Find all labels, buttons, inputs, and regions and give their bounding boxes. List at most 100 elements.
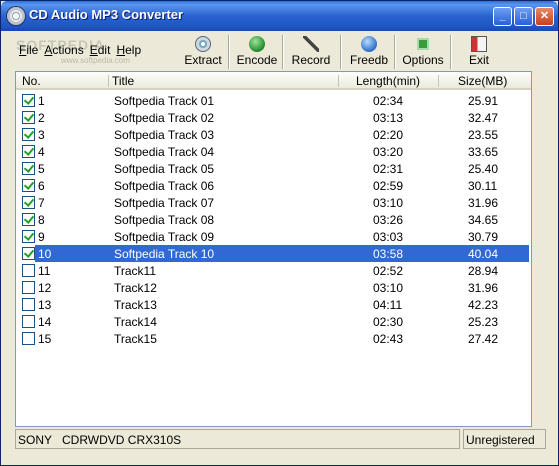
table-row[interactable]: 2 Softpedia Track 02 03:13 32.47 xyxy=(16,109,531,126)
column-header-no[interactable]: No. xyxy=(22,74,41,88)
track-list[interactable]: No. Title Length(min) Size(MB) 1 Softpedi… xyxy=(15,71,532,427)
track-length: 03:26 xyxy=(373,213,404,227)
track-size: 31.96 xyxy=(468,196,499,210)
track-checkbox[interactable] xyxy=(22,332,35,345)
table-row[interactable]: 13 Track13 04:11 42.23 xyxy=(16,296,531,313)
table-row[interactable]: 15 Track15 02:43 27.42 xyxy=(16,330,531,347)
app-window: CD Audio MP3 Converter _ □ ✕ SOFTPEDIA w… xyxy=(0,0,559,466)
track-length: 03:20 xyxy=(373,145,404,159)
record-button[interactable]: Record xyxy=(285,33,337,71)
freedb-button[interactable]: Freedb xyxy=(343,33,395,71)
track-checkbox[interactable] xyxy=(22,145,35,158)
table-row[interactable]: 7 Softpedia Track 07 03:10 31.96 xyxy=(16,194,531,211)
title-bar[interactable]: CD Audio MP3 Converter _ □ ✕ xyxy=(1,1,558,31)
maximize-button[interactable]: □ xyxy=(514,7,533,26)
track-checkbox[interactable] xyxy=(22,315,35,328)
table-row[interactable]: 5 Softpedia Track 05 02:31 25.40 xyxy=(16,160,531,177)
track-size: 40.04 xyxy=(468,247,499,261)
track-size: 28.94 xyxy=(468,264,499,278)
table-row[interactable]: 11 Track11 02:52 28.94 xyxy=(16,262,531,279)
track-length: 02:52 xyxy=(373,264,404,278)
list-header: No. Title Length(min) Size(MB) xyxy=(16,72,531,90)
table-row[interactable]: 14 Track14 02:30 25.23 xyxy=(16,313,531,330)
track-number: 13 xyxy=(38,298,52,312)
track-title: Softpedia Track 05 xyxy=(114,162,215,176)
table-row[interactable]: 10 Softpedia Track 10 03:58 40.04 xyxy=(16,245,531,262)
track-checkbox[interactable] xyxy=(22,281,35,294)
encode-icon xyxy=(249,36,265,52)
track-length: 03:10 xyxy=(373,196,404,210)
header-divider[interactable] xyxy=(438,75,439,87)
track-length: 02:59 xyxy=(373,179,404,193)
minimize-button[interactable]: _ xyxy=(493,7,512,26)
track-size: 32.47 xyxy=(468,111,499,125)
options-button[interactable]: Options xyxy=(397,33,449,71)
track-checkbox[interactable] xyxy=(22,94,35,107)
table-row[interactable]: 9 Softpedia Track 09 03:03 30.79 xyxy=(16,228,531,245)
toolbar-separator xyxy=(340,35,342,69)
track-size: 25.23 xyxy=(468,315,499,329)
track-number: 9 xyxy=(38,230,45,244)
toolbar-label: Encode xyxy=(236,53,278,67)
toolbar-separator xyxy=(450,35,452,69)
column-header-length[interactable]: Length(min) xyxy=(356,74,420,88)
track-number: 5 xyxy=(38,162,45,176)
track-title: Softpedia Track 02 xyxy=(114,111,215,125)
track-title: Softpedia Track 03 xyxy=(114,128,215,142)
table-row[interactable]: 6 Softpedia Track 06 02:59 30.11 xyxy=(16,177,531,194)
table-row[interactable]: 8 Softpedia Track 08 03:26 34.65 xyxy=(16,211,531,228)
track-title: Track11 xyxy=(114,264,157,278)
toolbar-label: Freedb xyxy=(349,53,389,67)
track-length: 02:31 xyxy=(373,162,404,176)
track-title: Softpedia Track 04 xyxy=(114,145,215,159)
freedb-icon xyxy=(361,36,377,52)
encode-button[interactable]: Encode xyxy=(231,33,283,71)
table-row[interactable]: 1 Softpedia Track 01 02:34 25.91 xyxy=(16,92,531,109)
table-row[interactable]: 12 Track12 03:10 31.96 xyxy=(16,279,531,296)
track-title: Softpedia Track 09 xyxy=(114,230,215,244)
track-size: 25.91 xyxy=(468,94,499,108)
track-checkbox[interactable] xyxy=(22,213,35,226)
header-divider[interactable] xyxy=(338,75,339,87)
track-size: 42.23 xyxy=(468,298,499,312)
close-button[interactable]: ✕ xyxy=(535,7,554,26)
track-number: 6 xyxy=(38,179,45,193)
track-checkbox[interactable] xyxy=(22,264,35,277)
track-number: 8 xyxy=(38,213,45,227)
toolbar-separator xyxy=(394,35,396,69)
menu-help[interactable]: Help xyxy=(116,43,141,57)
track-checkbox[interactable] xyxy=(22,179,35,192)
menu-edit[interactable]: Edit xyxy=(90,43,111,57)
menu-file[interactable]: File xyxy=(19,43,38,57)
track-title: Softpedia Track 10 xyxy=(114,247,215,261)
cd-disc-icon xyxy=(7,7,25,25)
column-header-title[interactable]: Title xyxy=(112,74,134,88)
track-length: 02:20 xyxy=(373,128,404,142)
track-checkbox[interactable] xyxy=(22,298,35,311)
status-bar: SONY CDRWDVD CRX310S Unregistered xyxy=(15,429,546,449)
track-number: 12 xyxy=(38,281,52,295)
column-header-size[interactable]: Size(MB) xyxy=(458,74,507,88)
extract-button[interactable]: Extract xyxy=(177,33,229,71)
track-title: Track12 xyxy=(114,281,157,295)
track-length: 03:03 xyxy=(373,230,404,244)
header-divider[interactable] xyxy=(108,75,109,87)
track-length: 04:11 xyxy=(373,298,403,312)
track-checkbox[interactable] xyxy=(22,230,35,243)
table-row[interactable]: 3 Softpedia Track 03 02:20 23.55 xyxy=(16,126,531,143)
track-number: 2 xyxy=(38,111,45,125)
track-checkbox[interactable] xyxy=(22,162,35,175)
record-icon xyxy=(303,36,319,52)
menu-actions[interactable]: Actions xyxy=(44,43,83,57)
table-row[interactable]: 4 Softpedia Track 04 03:20 33.65 xyxy=(16,143,531,160)
toolbar-separator xyxy=(282,35,284,69)
status-registration-panel: Unregistered xyxy=(463,429,546,449)
track-checkbox[interactable] xyxy=(22,111,35,124)
toolbar-label: Record xyxy=(291,53,331,67)
track-number: 4 xyxy=(38,145,45,159)
track-checkbox[interactable] xyxy=(22,247,35,260)
exit-button[interactable]: Exit xyxy=(453,33,505,71)
track-checkbox[interactable] xyxy=(22,128,35,141)
track-checkbox[interactable] xyxy=(22,196,35,209)
track-title: Track15 xyxy=(114,332,157,346)
